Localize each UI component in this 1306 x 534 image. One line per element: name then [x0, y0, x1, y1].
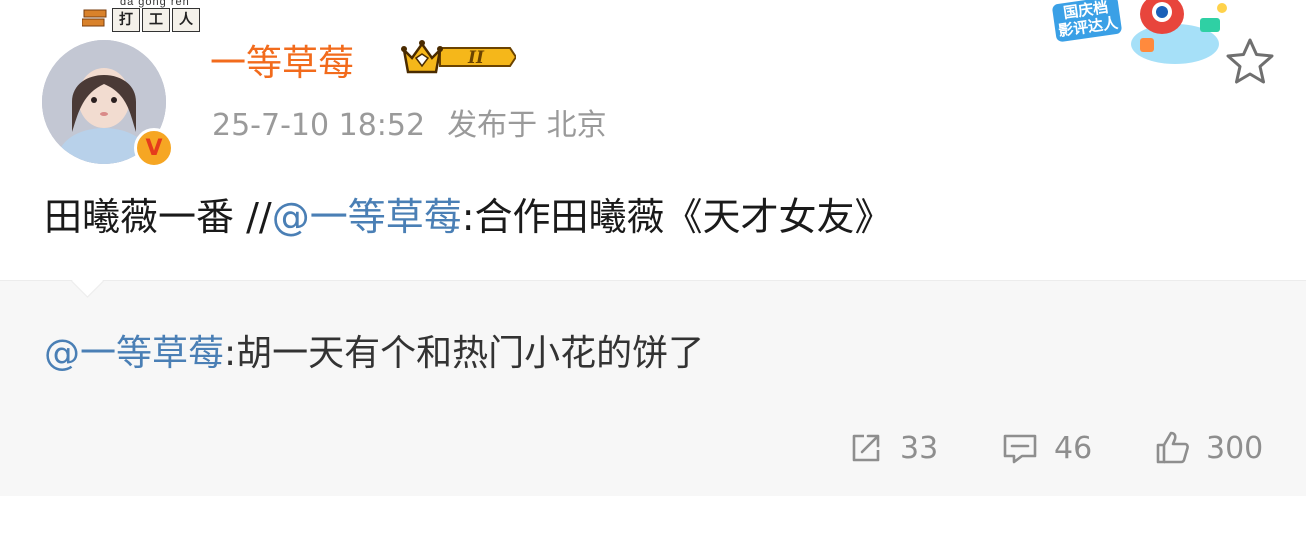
post-stats: 33 46 300 [0, 420, 1306, 476]
post-content: 田曦薇一番 //@一等草莓:合作田曦薇《天才女友》 [44, 186, 893, 241]
badge-pinyin: da gong ren [120, 0, 190, 8]
crown-icon[interactable]: II [400, 36, 516, 78]
post-text-before: 田曦薇一番 // [44, 195, 272, 239]
post-meta: 25-7-10 18:52 发布于 北京 [212, 100, 607, 144]
vip-level: II [467, 48, 485, 68]
festival-badge[interactable]: 国庆档 影评达人 [1051, 0, 1123, 43]
verified-icon: V [134, 128, 174, 168]
share-icon [852, 434, 880, 462]
brick-icon [82, 9, 107, 27]
like-icon [1156, 431, 1189, 464]
post-location: 发布于 北京 [447, 108, 607, 143]
post-text-after: :合作田曦薇《天才女友》 [461, 195, 893, 239]
repost-mention-link[interactable]: @一等草莓 [44, 333, 224, 374]
badge-char-2: 工 [142, 8, 170, 32]
dagongren-badge: da gong ren 打 工 人 [82, 0, 200, 32]
share-count: 33 [900, 430, 939, 466]
avatar-group[interactable]: da gong ren 打 工 人 V [42, 0, 200, 168]
repost-content: @一等草莓:胡一天有个和热门小花的饼了 [44, 324, 704, 376]
badge-char-1: 打 [112, 8, 140, 32]
badge-char-3: 人 [172, 8, 200, 32]
post-time: 25-7-10 18:52 [212, 108, 426, 143]
repost-text: :胡一天有个和热门小花的饼了 [224, 333, 705, 374]
post-mention-link[interactable]: @一等草莓 [272, 195, 462, 239]
comment-button[interactable]: 46 [1000, 420, 1092, 476]
username[interactable]: 一等草莓 [210, 34, 354, 86]
share-button[interactable]: 33 [846, 420, 938, 476]
like-count: 300 [1206, 430, 1264, 466]
like-button[interactable]: 300 [1152, 420, 1263, 476]
comment-count: 46 [1054, 430, 1093, 466]
star-icon[interactable] [1224, 36, 1276, 88]
weibo-post: da gong ren 打 工 人 V 一等草莓 II 25-7-10 18:5… [0, 0, 1306, 534]
verified-mark: V [145, 135, 163, 161]
post-bottom-spacer [0, 496, 1306, 534]
comment-icon [1003, 434, 1037, 464]
